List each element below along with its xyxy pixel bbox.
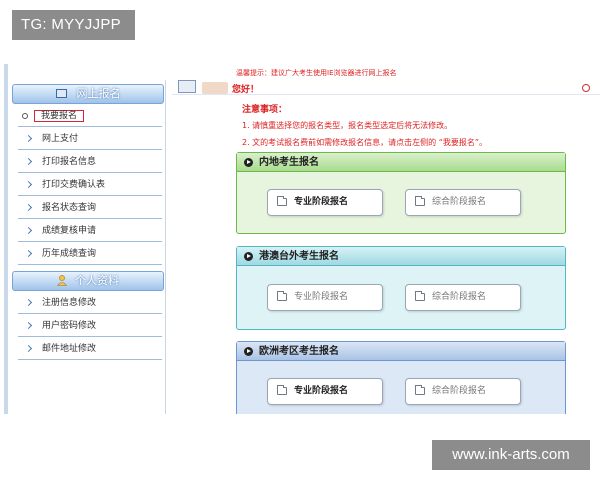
sidebar-header-personal: 个人资料 — [12, 271, 164, 291]
sidebar-item-label: 打印交费确认表 — [42, 180, 106, 190]
button-label: 综合阶段报名 — [432, 197, 487, 207]
comprehensive-stage-button[interactable]: 综合阶段报名 — [405, 378, 521, 405]
sidebar-item-label: 注册信息修改 — [42, 298, 97, 308]
username-blurred — [202, 82, 228, 94]
chevron-right-icon — [24, 157, 33, 166]
button-label: 综合阶段报名 — [432, 292, 487, 302]
window-icon — [178, 80, 196, 93]
sidebar-item-edit-profile[interactable]: 注册信息修改 — [18, 292, 162, 314]
arrow-circle-icon — [244, 347, 253, 356]
registration-screen: 网上报名 我要报名 网上支付 打印报名信息 打印交费确认表 报名状态查询 成绩复… — [4, 64, 600, 414]
window-edge — [4, 64, 8, 414]
sidebar-item-history[interactable]: 历年成绩查询 — [18, 243, 162, 265]
sidebar-item-label: 报名状态查询 — [42, 203, 97, 213]
chevron-right-icon — [24, 134, 33, 143]
sidebar-item-payment[interactable]: 网上支付 — [18, 128, 162, 150]
sidebar-item-label: 打印报名信息 — [42, 157, 97, 167]
chevron-right-icon — [24, 226, 33, 235]
sidebar-header-online: 网上报名 — [12, 84, 164, 104]
professional-stage-button[interactable]: 专业阶段报名 — [267, 189, 383, 216]
notes-title: 注意事项： — [242, 105, 288, 115]
header-divider — [172, 94, 600, 95]
button-label: 专业阶段报名 — [294, 197, 349, 207]
comprehensive-stage-button[interactable]: 综合阶段报名 — [405, 284, 521, 311]
page-frame: TG: MYYJJPP 网上报名 我要报名 网上支付 打印报名信息 打印交费确认… — [0, 0, 600, 480]
professional-stage-button[interactable]: 专业阶段报名 — [267, 284, 383, 311]
sidebar-item-register[interactable]: 我要报名 — [18, 105, 162, 127]
bullet-icon — [22, 113, 28, 119]
sidebar-item-label: 网上支付 — [42, 134, 79, 144]
panel-mainland: 内地考生报名 专业阶段报名 综合阶段报名 — [236, 152, 566, 234]
panel-title: 欧洲考区考生报名 — [259, 346, 339, 357]
professional-stage-button[interactable]: 专业阶段报名 — [267, 378, 383, 405]
chevron-right-icon — [24, 298, 33, 307]
sidebar-item-label: 我要报名 — [34, 110, 85, 122]
comprehensive-stage-button[interactable]: 综合阶段报名 — [405, 189, 521, 216]
note-item: 2. 文的考试报名费前如需修改报名信息，请点击左侧的 “我要报名”。 — [242, 138, 488, 147]
sidebar-item-label: 成绩复核申请 — [42, 226, 97, 236]
panel-title: 内地考生报名 — [259, 157, 319, 168]
folder-icon — [415, 385, 425, 395]
sidebar-item-review[interactable]: 成绩复核申请 — [18, 220, 162, 242]
tag-badge: TG: MYYJJPP — [12, 10, 135, 40]
watermark-badge: www.ink-arts.com — [432, 440, 590, 470]
button-label: 专业阶段报名 — [294, 292, 349, 302]
folder-icon — [277, 196, 287, 206]
arrow-circle-icon — [244, 252, 253, 261]
sidebar-item-print-confirm[interactable]: 打印交费确认表 — [18, 174, 162, 196]
panel-title: 港澳台外考生报名 — [259, 251, 339, 262]
panel-header: 欧洲考区考生报名 — [237, 342, 565, 361]
refresh-icon[interactable] — [582, 84, 590, 92]
folder-icon — [415, 291, 425, 301]
sidebar-header-label: 个人资料 — [75, 274, 119, 287]
chevron-right-icon — [24, 180, 33, 189]
arrow-circle-icon — [244, 158, 253, 167]
chevron-right-icon — [24, 249, 33, 258]
note-item: 1. 请慎重选择您的报名类型，报名类型选定后将无法修改。 — [242, 121, 453, 130]
chevron-right-icon — [24, 344, 33, 353]
monitor-icon — [55, 89, 67, 98]
folder-icon — [415, 196, 425, 206]
chevron-right-icon — [24, 203, 33, 212]
sidebar-item-label: 邮件地址修改 — [42, 344, 97, 354]
button-label: 综合阶段报名 — [432, 386, 487, 396]
sidebar-item-label: 历年成绩查询 — [42, 249, 97, 259]
chevron-right-icon — [24, 321, 33, 330]
panel-hk-macao-taiwan: 港澳台外考生报名 专业阶段报名 综合阶段报名 — [236, 246, 566, 330]
sidebar-item-edit-email[interactable]: 邮件地址修改 — [18, 338, 162, 360]
sidebar-item-status[interactable]: 报名状态查询 — [18, 197, 162, 219]
folder-icon — [277, 291, 287, 301]
sidebar: 网上报名 我要报名 网上支付 打印报名信息 打印交费确认表 报名状态查询 成绩复… — [10, 80, 166, 414]
panel-header: 内地考生报名 — [237, 153, 565, 172]
sidebar-header-label: 网上报名 — [76, 87, 121, 100]
notice-text: 温馨提示：建议广大考生使用IE浏览器进行网上报名 — [236, 69, 397, 77]
sidebar-item-print-info[interactable]: 打印报名信息 — [18, 151, 162, 173]
sidebar-item-label: 用户密码修改 — [42, 321, 97, 331]
panel-header: 港澳台外考生报名 — [237, 247, 565, 266]
sidebar-item-edit-password[interactable]: 用户密码修改 — [18, 315, 162, 337]
panel-europe: 欧洲考区考生报名 专业阶段报名 综合阶段报名 — [236, 341, 566, 414]
user-icon — [57, 275, 67, 286]
button-label: 专业阶段报名 — [294, 386, 349, 396]
folder-icon — [277, 385, 287, 395]
